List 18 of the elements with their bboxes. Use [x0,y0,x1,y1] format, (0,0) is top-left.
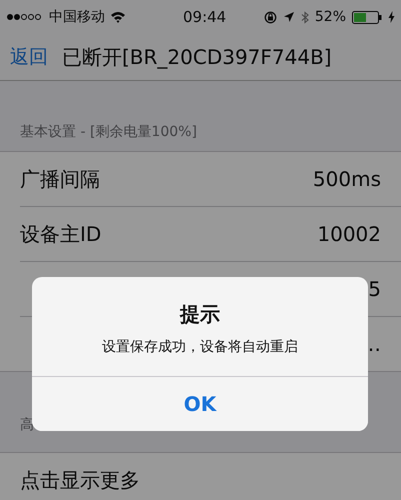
battery-icon [352,10,382,24]
section-header: 基本设置 - [剩余电量100%] [20,123,197,141]
carrier-name: 中国移动 [49,8,105,26]
ok-button[interactable]: OK [32,376,368,431]
battery-percent: 52% [314,9,346,25]
rotation-lock-icon [264,10,277,24]
alert-title: 提示 [178,301,221,328]
signal-icon [6,13,42,21]
location-icon [282,11,295,23]
settings-row[interactable]: 广播间隔 500ms [20,152,401,207]
charging-icon [388,11,395,23]
alert-message: 设置保存成功，设备将自动重启 [101,338,299,356]
bluetooth-icon [300,10,309,24]
nav-title: 已断开[BR_20CD397F744B] [62,44,332,70]
clock-time: 09:44 [183,8,226,26]
settings-row[interactable]: 设备主ID 10002 [20,207,401,262]
section-header: 高 [20,416,34,434]
wifi-icon [110,11,126,23]
